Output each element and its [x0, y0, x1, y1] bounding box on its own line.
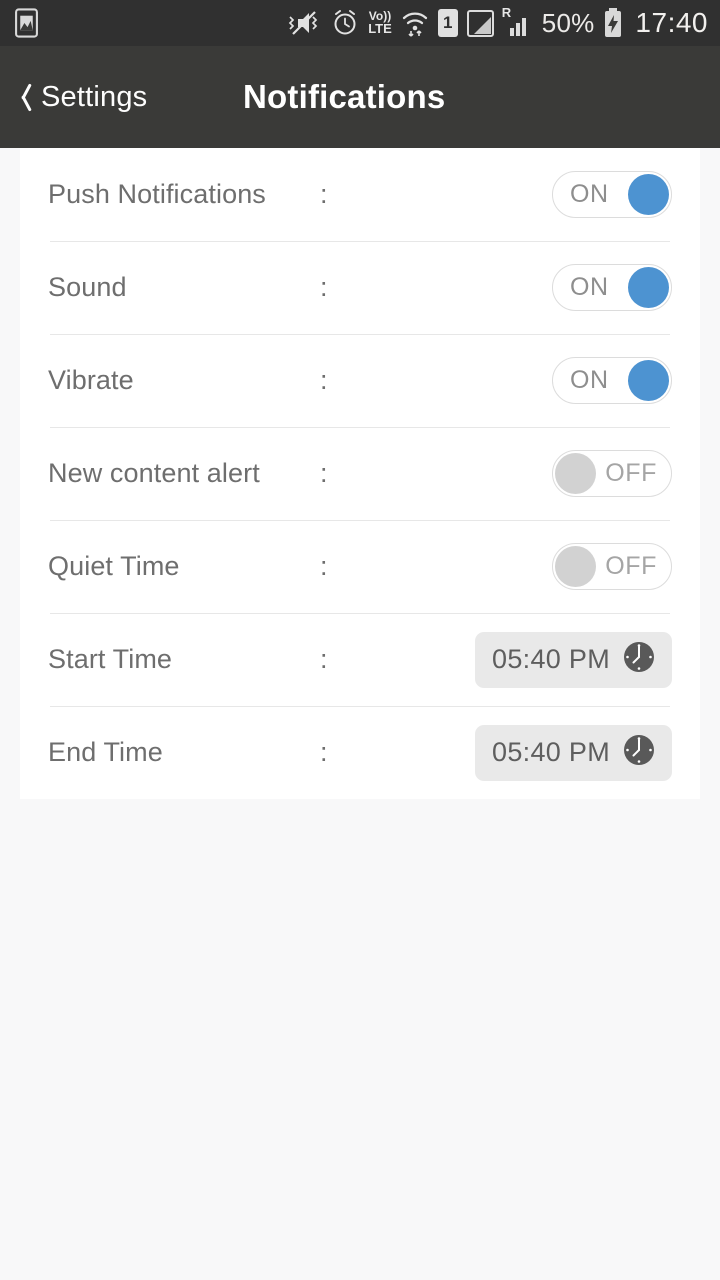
- battery-percent: 50%: [541, 7, 595, 38]
- toggle-quiet-time[interactable]: OFF: [552, 543, 672, 590]
- row-control: 05:40 PM: [475, 631, 672, 688]
- row-control: ON: [552, 264, 672, 311]
- alarm-clock-icon: [331, 9, 359, 37]
- image-icon: [14, 8, 39, 38]
- row-separator: :: [320, 551, 328, 581]
- row-separator: :: [320, 644, 328, 674]
- toggle-sound[interactable]: ON: [552, 264, 672, 311]
- clock-icon: [621, 639, 657, 680]
- sim-number: 1: [443, 13, 453, 32]
- wifi-icon: [401, 9, 429, 37]
- row-control: ON: [552, 357, 672, 404]
- toggle-new-content-alert[interactable]: OFF: [552, 450, 672, 497]
- setting-row-new-content-alert[interactable]: New content alert : OFF: [48, 427, 672, 520]
- row-label: Quiet Time: [48, 551, 180, 581]
- toggle-knob: [555, 545, 596, 587]
- battery-charging-icon: [603, 8, 623, 38]
- toggle-state-label: ON: [570, 273, 609, 301]
- notifications-settings-card: Push Notifications : ON Sound : ON Vibra…: [20, 148, 700, 799]
- row-separator: :: [320, 272, 328, 302]
- setting-row-quiet-time[interactable]: Quiet Time : OFF: [48, 520, 672, 613]
- toggle-knob: [628, 359, 669, 401]
- status-bar-right: Vo)) LTE 1 R 50% 17:40: [288, 5, 708, 39]
- row-control: 05:40 PM: [475, 724, 672, 781]
- setting-row-push-notifications[interactable]: Push Notifications : ON: [48, 148, 672, 241]
- clock-icon: [621, 732, 657, 773]
- row-separator: :: [320, 458, 328, 488]
- back-button-label: Settings: [41, 80, 148, 113]
- setting-row-start-time[interactable]: Start Time : 05:40 PM: [48, 613, 672, 706]
- toggle-state-label: OFF: [605, 552, 657, 580]
- setting-row-sound[interactable]: Sound : ON: [48, 241, 672, 334]
- row-control: OFF: [552, 450, 672, 497]
- setting-row-vibrate[interactable]: Vibrate : ON: [48, 334, 672, 427]
- toggle-knob: [628, 173, 669, 215]
- row-separator: :: [320, 737, 328, 767]
- page-title: Notifications: [243, 78, 446, 115]
- roaming-label: R: [501, 5, 512, 20]
- row-separator: :: [320, 179, 328, 209]
- volte-icon: Vo)) LTE: [368, 10, 392, 36]
- vibrate-mute-icon: [288, 9, 322, 37]
- row-separator: :: [320, 365, 328, 395]
- row-label: Start Time: [48, 644, 173, 674]
- navigation-bar: Settings Notifications: [0, 46, 720, 148]
- status-bar-left: [14, 8, 39, 38]
- status-bar-clock: 17:40: [635, 7, 708, 38]
- chevron-left-icon: [14, 82, 30, 112]
- row-control: OFF: [552, 543, 672, 590]
- start-time-field[interactable]: 05:40 PM: [475, 631, 672, 688]
- back-button[interactable]: Settings: [0, 81, 147, 114]
- row-label: End Time: [48, 737, 163, 767]
- status-bar: Vo)) LTE 1 R 50% 17:40: [0, 0, 720, 46]
- toggle-state-label: ON: [570, 180, 609, 208]
- volte-line2: LTE: [368, 20, 392, 36]
- roaming-signal-icon: R: [502, 5, 533, 37]
- row-label: Vibrate: [48, 365, 134, 395]
- setting-row-end-time[interactable]: End Time : 05:40 PM: [48, 706, 672, 799]
- sim-1-icon: 1: [437, 9, 458, 37]
- signal-box-icon: [466, 9, 494, 37]
- toggle-vibrate[interactable]: ON: [552, 357, 672, 404]
- toggle-state-label: ON: [570, 366, 609, 394]
- row-label: New content alert: [48, 458, 260, 488]
- row-label: Sound: [48, 272, 127, 302]
- toggle-push-notifications[interactable]: ON: [552, 171, 672, 218]
- row-control: ON: [552, 171, 672, 218]
- toggle-knob: [628, 266, 669, 308]
- toggle-knob: [555, 452, 596, 494]
- start-time-value: 05:40 PM: [492, 644, 610, 674]
- end-time-field[interactable]: 05:40 PM: [475, 724, 672, 781]
- toggle-state-label: OFF: [605, 459, 657, 487]
- end-time-value: 05:40 PM: [492, 737, 610, 767]
- row-label: Push Notifications: [48, 179, 266, 209]
